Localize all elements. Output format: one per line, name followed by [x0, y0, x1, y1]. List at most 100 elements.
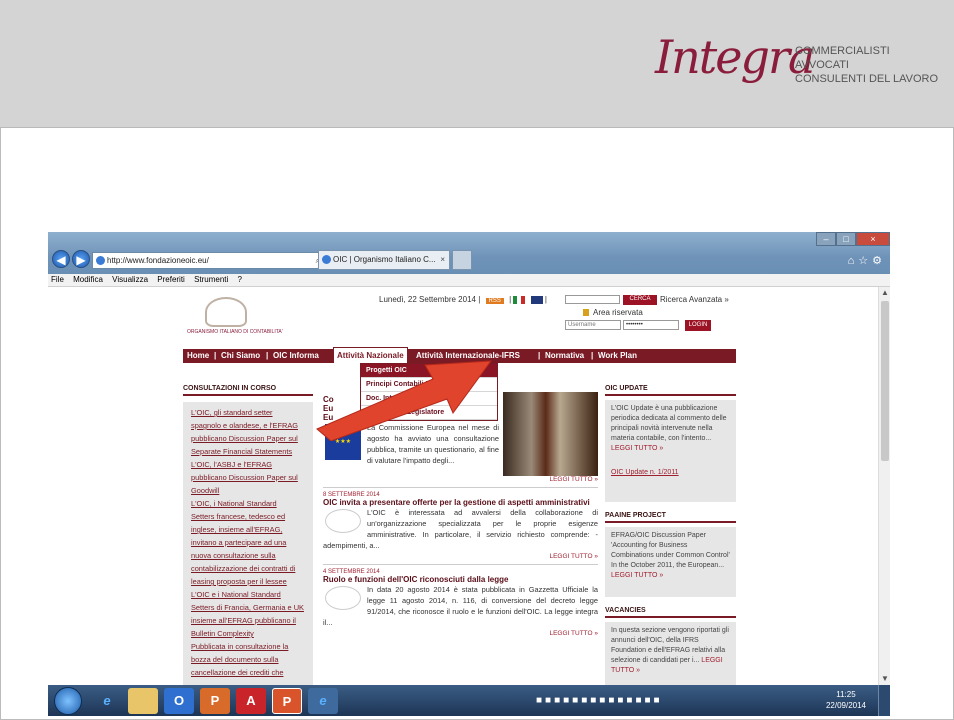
read-more-link[interactable]: LEGGI TUTTO »: [323, 630, 598, 637]
menu-modifica[interactable]: Modifica: [73, 275, 103, 284]
nav-normativa[interactable]: Normativa: [545, 349, 584, 363]
list-item[interactable]: L'OIC, gli standard setter: [191, 406, 311, 419]
address-url: http://www.fondazioneoic.eu/: [107, 256, 209, 265]
menu-help[interactable]: ?: [238, 275, 242, 284]
explorer-taskbar-icon[interactable]: [128, 688, 158, 714]
list-item[interactable]: Setters francese, tedesco ed: [191, 510, 311, 523]
ie-taskbar-icon[interactable]: e: [92, 688, 122, 714]
article-separator: [323, 487, 598, 488]
date-line: Lunedì, 22 Settembre 2014 | RSS | |: [379, 295, 547, 304]
forward-icon[interactable]: ▶: [72, 250, 90, 268]
list-item[interactable]: Pubblicata in consultazione la: [191, 640, 311, 653]
maximize-icon[interactable]: □: [836, 232, 856, 246]
list-item[interactable]: Separate Financial Statements: [191, 445, 311, 458]
oic-update-more[interactable]: LEGGI TUTTO »: [611, 445, 663, 452]
system-tray-icons[interactable]: ■■■■■■■■■■■■■■: [536, 695, 663, 706]
red-arrow-annotation: [316, 360, 493, 441]
list-item[interactable]: pubblicano Discussion Paper sul: [191, 471, 311, 484]
scroll-thumb[interactable]: [881, 301, 889, 461]
vertical-scrollbar[interactable]: ▲ ▼: [878, 287, 890, 685]
paaine-more[interactable]: LEGGI TUTTO »: [611, 572, 663, 579]
scroll-down-icon[interactable]: ▼: [879, 673, 890, 685]
advanced-search-link[interactable]: Ricerca Avanzata »: [660, 295, 729, 304]
minimize-icon[interactable]: –: [816, 232, 836, 246]
powerpoint-taskbar-icon[interactable]: P: [200, 688, 230, 714]
list-item[interactable]: pubblicano Discussion Paper sul: [191, 432, 311, 445]
list-item[interactable]: leasing proposta per il lessee: [191, 575, 311, 588]
system-clock[interactable]: 11:25 22/09/2014: [826, 689, 866, 711]
tab-close-icon[interactable]: ×: [440, 251, 445, 269]
list-item[interactable]: spagnolo e olandese, e l'EFRAG: [191, 419, 311, 432]
show-desktop-button[interactable]: [878, 685, 890, 716]
menu-strumenti[interactable]: Strumenti: [194, 275, 228, 284]
list-item[interactable]: invitano a partecipare ad una: [191, 536, 311, 549]
window-controls: – □ ×: [816, 232, 890, 246]
oic-logo[interactable]: ORGANISMO ITALIANO DI CONTABILITA': [187, 297, 283, 342]
username-input[interactable]: Username: [565, 320, 621, 330]
scroll-up-icon[interactable]: ▲: [879, 287, 890, 299]
italian-flag-icon[interactable]: [513, 295, 526, 304]
vacancies-box: In questa sezione vengono riportati gli …: [605, 622, 736, 685]
read-more-link[interactable]: LEGGI TUTTO »: [323, 476, 598, 483]
browser-window: ◀ ▶ http://www.fondazioneoic.eu/ ⌕ ▾ ↻ O…: [48, 232, 890, 716]
logo-line-2: AVVOCATI: [795, 59, 849, 71]
search-input[interactable]: [565, 295, 620, 304]
list-item[interactable]: cancellazione dei crediti che: [191, 666, 311, 679]
browser-tab[interactable]: OIC | Organismo Italiano C... ×: [318, 250, 450, 270]
list-item[interactable]: Setters di Francia, Germania e UK: [191, 601, 311, 614]
start-button-icon[interactable]: [54, 687, 82, 715]
clock-time: 11:25: [836, 690, 856, 699]
list-item[interactable]: L'OIC e i National Standard: [191, 588, 311, 601]
paaine-title: PAAINE PROJECT: [605, 512, 736, 523]
acrobat-taskbar-icon[interactable]: A: [236, 688, 266, 714]
rss-icon[interactable]: RSS: [485, 298, 504, 304]
home-favorites-tools-icons[interactable]: ⌂☆⚙: [848, 254, 886, 267]
oic-update-box: L'OIC Update è una pubblicazione periodi…: [605, 400, 736, 502]
password-input[interactable]: ••••••••: [623, 320, 679, 330]
uk-flag-icon[interactable]: [530, 295, 543, 304]
login-button[interactable]: LOGIN: [685, 320, 711, 331]
list-item[interactable]: bozza del documento sulla: [191, 653, 311, 666]
sidebar-column: OIC UPDATE L'OIC Update è una pubblicazi…: [605, 385, 736, 685]
nav-chi-siamo[interactable]: Chi Siamo: [221, 349, 260, 363]
article-title[interactable]: OIC invita a presentare offerte per la g…: [323, 498, 598, 507]
list-item[interactable]: L'OIC, l'ASBJ e l'EFRAG: [191, 458, 311, 471]
outlook-taskbar-icon[interactable]: O: [164, 688, 194, 714]
menu-visualizza[interactable]: Visualizza: [112, 275, 148, 284]
back-icon[interactable]: ◀: [52, 250, 70, 268]
list-item[interactable]: Bulletin Complexity: [191, 627, 311, 640]
consultations-title: CONSULTAZIONI IN CORSO: [183, 385, 313, 396]
vacancies-title: VACANCIES: [605, 607, 736, 618]
read-more-link[interactable]: LEGGI TUTTO »: [323, 553, 598, 560]
page-viewport: ORGANISMO ITALIANO DI CONTABILITA' Luned…: [48, 287, 878, 685]
list-item[interactable]: insieme all'EFRAG pubblicano il: [191, 614, 311, 627]
list-item[interactable]: inglese, insieme all'EFRAG,: [191, 523, 311, 536]
nav-separator: |: [266, 351, 269, 360]
powerpoint-active-taskbar-icon[interactable]: P: [272, 688, 302, 714]
oic-update-link[interactable]: OIC Update n. 1/2011: [611, 468, 730, 478]
nav-work-plan[interactable]: Work Plan: [598, 349, 637, 363]
nav-oic-informa[interactable]: OIC Informa: [273, 349, 319, 363]
integra-logo-text: COMMERCIALISTI AVVOCATI CONSULENTI DEL L…: [795, 44, 938, 86]
lock-icon: [583, 309, 589, 317]
list-item[interactable]: nuova consultazione sulla: [191, 549, 311, 562]
new-tab-button[interactable]: [452, 250, 472, 270]
ie-active-taskbar-icon[interactable]: e: [308, 688, 338, 714]
close-icon[interactable]: ×: [856, 232, 890, 246]
logo-line-1: COMMERCIALISTI: [795, 45, 890, 57]
search-button[interactable]: CERCA: [623, 295, 657, 305]
windows-taskbar: e O P A P e ■■■■■■■■■■■■■■ 11:25 22/09/2…: [48, 685, 890, 716]
reserved-area: Area riservata: [583, 308, 643, 317]
menu-preferiti[interactable]: Preferiti: [157, 275, 185, 284]
list-item[interactable]: L'OIC, i National Standard: [191, 497, 311, 510]
address-bar[interactable]: http://www.fondazioneoic.eu/ ⌕ ▾ ↻: [92, 252, 342, 269]
article-body: L'OIC è interessata ad avvalersi della c…: [323, 508, 598, 550]
menu-file[interactable]: File: [51, 275, 64, 284]
slide-header: Integra COMMERCIALISTI AVVOCATI CONSULEN…: [0, 0, 954, 128]
list-item[interactable]: Goodwill: [191, 484, 311, 497]
logo-line-3: CONSULENTI DEL LAVORO: [795, 73, 939, 85]
list-item[interactable]: contabilizzazione dei contratti di: [191, 562, 311, 575]
article-title[interactable]: Ruolo e funzioni dell'OIC riconosciuti d…: [323, 575, 598, 584]
nav-home[interactable]: Home: [187, 349, 209, 363]
consultations-column: CONSULTAZIONI IN CORSO L'OIC, gli standa…: [183, 385, 313, 685]
